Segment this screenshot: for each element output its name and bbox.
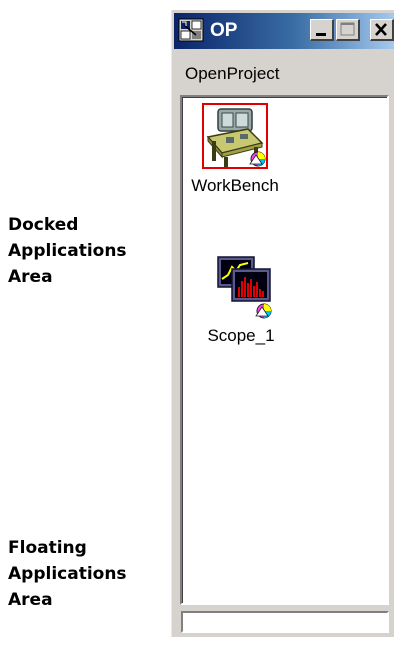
maximize-button[interactable]: [336, 19, 360, 41]
floating-area-annotation: Floating Applications Area: [8, 535, 127, 613]
annotation-line: Floating: [8, 538, 87, 558]
app-label-scope: Scope_1: [207, 326, 275, 345]
openproject-window: OP OpenProject WorkBench Scope_1: [170, 10, 394, 637]
maximize-icon: [340, 22, 355, 36]
minimize-icon: [316, 33, 326, 36]
project-icon[interactable]: [178, 18, 204, 42]
scope-icon: [217, 256, 272, 319]
app-label-workbench: WorkBench: [191, 176, 279, 195]
annotation-line: Area: [8, 267, 53, 287]
annotation-line: Docked: [8, 215, 79, 235]
annotation-line: Area: [8, 590, 53, 610]
close-button[interactable]: [370, 19, 394, 41]
title-bar[interactable]: OP: [174, 13, 394, 49]
menu-item-openproject[interactable]: OpenProject: [183, 64, 282, 83]
annotation-line: Applications: [8, 564, 127, 584]
close-icon: [375, 23, 387, 36]
docked-area-annotation: Docked Applications Area: [8, 212, 127, 290]
workbench-icon: [202, 103, 268, 169]
window-title: OP: [210, 20, 238, 41]
app-item-workbench[interactable]: WorkBench: [185, 103, 285, 197]
status-bar: [181, 611, 389, 633]
applications-area[interactable]: WorkBench Scope_1: [180, 95, 389, 605]
menu-bar: OpenProject: [183, 60, 282, 88]
app-item-scope[interactable]: Scope_1: [191, 253, 291, 347]
annotation-line: Applications: [8, 241, 127, 261]
minimize-button[interactable]: [310, 19, 334, 41]
applications-area-inner: WorkBench Scope_1: [182, 97, 387, 603]
